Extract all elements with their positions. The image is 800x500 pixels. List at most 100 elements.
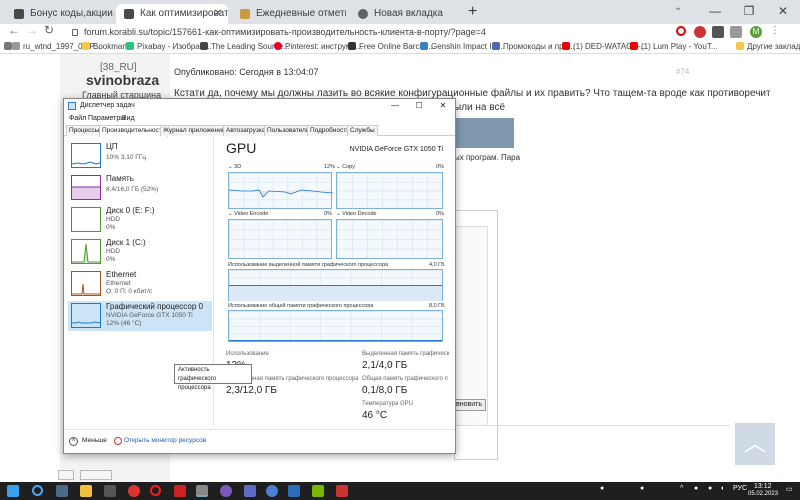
app-icon[interactable] [266,485,278,497]
item-title: ЦП [106,142,118,151]
tray-icon[interactable]: ● [694,485,698,492]
author-nick[interactable]: svinobraza [86,72,159,88]
back-icon[interactable]: ← [8,23,20,37]
app-icon[interactable] [174,485,186,497]
browser-toolbar: ← → ↻ forum.korabli.su/topic/157661-как-… [0,23,800,40]
resource-item-disk0[interactable]: Диск 0 (E: F:) HDD 0% [68,205,212,235]
pager-button[interactable] [80,470,112,480]
close-window-icon[interactable]: ✕ [766,0,800,24]
ethernet-sparkline [71,271,101,296]
tray-chevron-icon[interactable]: ^ [680,485,683,492]
clock-time[interactable]: 13:12 [754,483,772,490]
tab-users[interactable]: Пользователи [264,125,313,136]
menu-options[interactable]: Параметры [88,113,125,125]
start-windows-icon[interactable] [7,485,19,497]
volume-icon[interactable]: ◖ [720,485,724,492]
tray-icon[interactable]: ● [600,485,604,492]
restore-icon[interactable]: ❐ [732,0,766,24]
minimize-icon[interactable]: — [383,99,407,113]
post-text: ыли на всё [454,102,506,113]
keyboard-layout[interactable]: РУС [733,485,747,492]
engine-dropdown-video-decode[interactable]: ⌄ Video Decode [336,211,377,217]
bookmark-item[interactable]: Pixabay - Изображ... [126,42,212,51]
engine-dropdown-video-encode[interactable]: ⌄ Video Encode [228,211,268,217]
app-icon[interactable] [104,485,116,497]
item-title: Память [106,174,134,183]
nvidia-icon[interactable] [312,485,324,497]
close-tab-icon[interactable]: ✕ [214,4,222,24]
pager-button[interactable] [58,470,74,480]
address-bar[interactable]: forum.korabli.su/topic/157661-как-оптими… [72,24,672,40]
app-icon[interactable] [336,485,348,497]
bookmark-label: (1) Lum Play - YouT... [641,42,718,51]
post-image [454,118,514,148]
maximize-icon[interactable]: ☐ [407,99,431,113]
stat-label: Выделенная память графическ [362,351,450,357]
new-tab-button[interactable]: + [468,3,477,21]
opera-extension-icon[interactable] [676,26,686,36]
menu-kebab-icon[interactable]: ⋮ [770,25,780,36]
chrome-icon[interactable] [128,485,140,497]
resource-item-memory[interactable]: Память 8,4/16,0 ГБ (52%) [68,173,212,203]
close-icon[interactable]: ✕ [431,99,455,113]
open-resource-monitor-link[interactable]: Открыть монитор ресурсов [124,437,206,444]
notifications-icon[interactable]: ▭ [786,485,793,493]
extension-icon[interactable] [712,26,724,38]
browser-tab[interactable]: Ежедневные отметки [232,4,346,24]
discord-icon[interactable] [244,485,256,497]
graph-video-decode [336,219,443,259]
resource-item-ethernet[interactable]: Ethernet Ethernet О: 0 П: 0 кбит/с [68,269,212,299]
clock-date[interactable]: 05.02.2023 [748,491,778,497]
search-icon[interactable] [32,485,43,496]
task-manager-window: Диспетчер задач — ☐ ✕ Файл Параметры Вид… [63,98,456,454]
windows-taskbar: ● ● ^ ● ● ◖ РУС 13:12 05.02.2023 ▭ [0,482,800,500]
menu-file[interactable]: Файл [69,113,86,125]
gpu-sparkline [71,303,101,328]
reload-icon[interactable]: ↻ [44,23,54,37]
graph-video-encode [228,219,332,259]
tab-search-icon[interactable]: ⌄ [674,2,682,13]
post-number[interactable]: #74 [676,67,689,76]
app-icon[interactable] [288,485,300,497]
extensions-puzzle-icon[interactable] [730,26,742,38]
minimize-icon[interactable]: — [698,0,732,24]
resource-item-gpu[interactable]: Графический процессор 0 NVIDIA GeForce G… [68,301,212,331]
graph-shared-memory [228,310,443,342]
extension-icon[interactable] [694,26,706,38]
browser-tab-active[interactable]: Как оптимизировать производ...✕ [116,4,228,24]
forward-icon[interactable]: → [26,23,38,37]
chevron-up-icon[interactable]: ˄ [69,437,78,446]
engine-percent: 12% [324,164,336,170]
item-subtitle: NVIDIA GeForce GTX 1050 Ti [106,312,193,319]
tray-icon[interactable]: ● [708,485,712,492]
menu-view[interactable]: Вид [122,113,135,125]
task-view-icon[interactable] [56,485,68,497]
viber-icon[interactable] [220,485,232,497]
scroll-top-icon[interactable]: ︿ [735,423,775,465]
tab-services[interactable]: Службы [347,125,378,136]
tray-icon[interactable]: ● [640,485,644,492]
browser-tab[interactable]: Бонус коды,акции,подарки,пр... [6,4,114,24]
item-subtitle: Ethernet [106,280,131,287]
tab-app-history[interactable]: Журнал приложений [160,125,229,136]
item-subtitle: HDD [106,248,121,255]
item-title: Диск 0 (E: F:) [106,206,155,215]
resource-item-cpu[interactable]: ЦП 10% 3,10 ГГц [68,141,212,171]
engine-dropdown-copy[interactable]: ⌄ Copy [336,164,355,170]
tab-processes[interactable]: Процессы [66,125,103,136]
tab-startup[interactable]: Автозагрузка [223,125,269,136]
stat-label: Использование [226,351,269,357]
fewer-details-link[interactable]: Меньше [82,437,107,444]
item-title: Ethernet [106,270,137,279]
resource-monitor-icon [114,437,122,445]
browser-tab[interactable]: Новая вкладка [350,4,462,24]
engine-dropdown-3d[interactable]: ⌄ 3D [228,164,241,170]
file-explorer-icon[interactable] [80,485,92,497]
profile-avatar[interactable]: M [750,26,762,38]
bookmark-item[interactable]: (1) Lum Play - YouT... [630,42,717,51]
task-manager-taskbar-icon[interactable] [196,485,208,497]
resource-item-disk1[interactable]: Диск 1 (C:) HDD 0% [68,237,212,267]
opera-icon[interactable] [150,485,161,496]
other-bookmarks[interactable]: Другие закладки [736,42,800,51]
stat-label: Температура GPU [362,401,414,407]
